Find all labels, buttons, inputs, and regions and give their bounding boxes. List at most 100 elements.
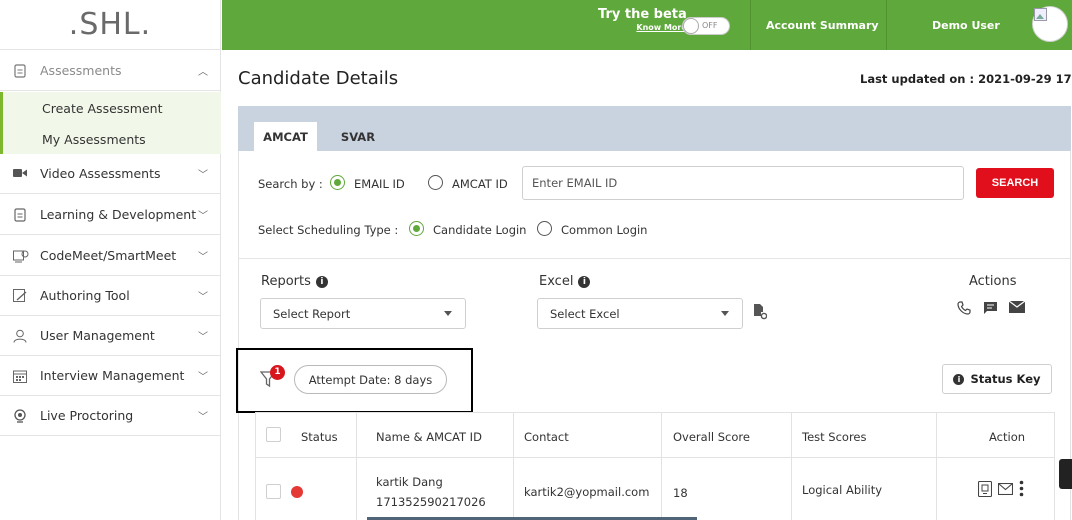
sidebar-item-assessments[interactable]: Assessments ︿ — [0, 51, 221, 91]
header-divider — [750, 0, 751, 50]
radio-email-id-label[interactable]: EMAIL ID — [354, 177, 405, 191]
info-icon[interactable]: i — [315, 276, 328, 288]
chevron-up-icon: ︿ — [198, 67, 208, 78]
chat-icon[interactable] — [983, 301, 998, 319]
sidebar-item-label: Learning & Development — [40, 207, 197, 222]
reports-title: Reports i — [261, 274, 328, 289]
column-header-status[interactable]: Status — [301, 430, 338, 444]
know-more-link[interactable]: Know More — [598, 21, 686, 34]
page-title: Candidate Details — [238, 68, 399, 89]
report-icon[interactable] — [977, 480, 993, 501]
excel-settings-icon[interactable] — [753, 303, 768, 324]
info-icon[interactable]: i — [578, 276, 591, 288]
search-button[interactable]: SEARCH — [976, 168, 1054, 198]
more-options-icon[interactable] — [1019, 480, 1024, 501]
candidate-overall-score: 18 — [673, 486, 688, 500]
sidebar-item-video-assessments[interactable]: Video Assessments ﹀ — [0, 154, 221, 194]
report-select[interactable]: Select Report — [260, 298, 466, 329]
sidebar-item-label: User Management — [40, 328, 155, 343]
status-dot — [291, 486, 303, 498]
avatar[interactable] — [1032, 6, 1068, 42]
caret-down-icon — [444, 311, 452, 316]
column-header-name[interactable]: Name & AMCAT ID — [376, 430, 482, 444]
email-search-input[interactable] — [522, 166, 964, 200]
radio-common-login-label[interactable]: Common Login — [561, 223, 647, 237]
column-divider — [791, 413, 792, 520]
settings-side-tab[interactable] — [1059, 459, 1072, 489]
chevron-down-icon: ﹀ — [198, 372, 208, 383]
assessments-submenu: Create Assessment My Assessments — [0, 92, 221, 154]
sidebar-item-label: CodeMeet/SmartMeet — [40, 248, 177, 263]
column-divider — [513, 413, 514, 520]
column-header-contact[interactable]: Contact — [524, 430, 569, 444]
chevron-down-icon: ﹀ — [198, 332, 208, 343]
user-menu[interactable]: Demo User — [932, 19, 1000, 32]
submenu-my-assessments[interactable]: My Assessments — [42, 132, 146, 147]
radio-amcat-id[interactable] — [428, 175, 443, 190]
sidebar-item-label: Live Proctoring — [40, 408, 134, 423]
candidate-contact: kartik2@yopmail.com — [524, 485, 650, 499]
tab-svar[interactable]: SVAR — [328, 122, 388, 151]
edit-icon — [13, 288, 27, 303]
top-bar: Try the beta Know More OFF Account Summa… — [222, 0, 1072, 50]
chevron-down-icon: ﹀ — [198, 252, 208, 263]
column-divider — [661, 413, 662, 520]
phone-icon[interactable] — [957, 301, 971, 319]
search-by-label: Search by : — [258, 177, 323, 191]
video-icon — [13, 167, 27, 181]
shl-logo[interactable]: .SHL. — [0, 0, 220, 50]
beta-banner: Try the beta Know More — [598, 6, 687, 34]
candidate-name[interactable]: kartik Dang — [376, 475, 443, 489]
sidebar-item-interview-management[interactable]: Interview Management ﹀ — [0, 356, 221, 396]
divider — [239, 258, 1070, 259]
last-updated-label: Last updated on : — [860, 72, 975, 86]
status-key-label: Status Key — [970, 372, 1041, 386]
sidebar: .SHL. Assessments ︿ Create Assessment My… — [0, 0, 221, 520]
tab-amcat[interactable]: AMCAT — [254, 122, 317, 151]
excel-title: Excel i — [539, 274, 591, 289]
last-updated: Last updated on : 2021-09-29 17:36:02 — [860, 72, 1072, 86]
user-icon — [13, 329, 27, 343]
meeting-icon — [13, 249, 29, 263]
sidebar-item-codemeet[interactable]: CodeMeet/SmartMeet ﹀ — [0, 236, 221, 276]
mail-icon[interactable] — [1008, 300, 1026, 317]
select-all-checkbox[interactable] — [266, 427, 281, 442]
radio-common-login[interactable] — [537, 221, 552, 236]
row-divider — [256, 457, 1054, 458]
excel-select[interactable]: Select Excel — [537, 298, 743, 329]
submenu-create-assessment[interactable]: Create Assessment — [42, 101, 163, 116]
sidebar-item-learning-development[interactable]: Learning & Development ﹀ — [0, 195, 221, 235]
candidate-table: Status Name & AMCAT ID Contact Overall S… — [255, 412, 1055, 520]
reports-title-text: Reports — [261, 274, 311, 289]
sidebar-item-live-proctoring[interactable]: Live Proctoring ﹀ — [0, 396, 221, 436]
sidebar-item-authoring-tool[interactable]: Authoring Tool ﹀ — [0, 276, 221, 316]
attempt-date-filter-chip[interactable]: Attempt Date: 8 days — [294, 365, 447, 394]
candidate-amcat-id: 171352590217026 — [376, 495, 486, 509]
sidebar-item-user-management[interactable]: User Management ﹀ — [0, 316, 221, 356]
tab-bar: AMCAT SVAR — [238, 106, 1071, 151]
radio-candidate-login[interactable] — [409, 221, 424, 236]
document-icon — [13, 63, 27, 78]
chevron-down-icon: ﹀ — [198, 170, 208, 181]
radio-amcat-id-label[interactable]: AMCAT ID — [452, 177, 508, 191]
row-checkbox[interactable] — [266, 484, 281, 499]
sidebar-item-label: Video Assessments — [40, 166, 161, 181]
account-summary-link[interactable]: Account Summary — [766, 19, 879, 32]
sidebar-item-label: Interview Management — [40, 368, 185, 383]
column-header-overall-score[interactable]: Overall Score — [673, 430, 750, 444]
column-divider — [356, 413, 357, 520]
filter-count-badge: 1 — [270, 365, 285, 380]
beta-toggle[interactable]: OFF — [682, 17, 730, 35]
beta-title: Try the beta — [598, 7, 687, 22]
document-icon — [13, 207, 27, 222]
caret-down-icon — [721, 311, 729, 316]
last-updated-value: 2021-09-29 17:36:02 — [978, 72, 1072, 86]
radio-candidate-login-label[interactable]: Candidate Login — [433, 223, 526, 237]
status-key-button[interactable]: i Status Key — [942, 364, 1052, 394]
mail-icon[interactable] — [997, 482, 1014, 499]
radio-email-id[interactable] — [330, 175, 345, 190]
column-header-action[interactable]: Action — [989, 430, 1025, 444]
excel-title-text: Excel — [539, 274, 574, 289]
column-header-test-scores[interactable]: Test Scores — [802, 430, 867, 444]
excel-select-value: Select Excel — [550, 306, 620, 321]
